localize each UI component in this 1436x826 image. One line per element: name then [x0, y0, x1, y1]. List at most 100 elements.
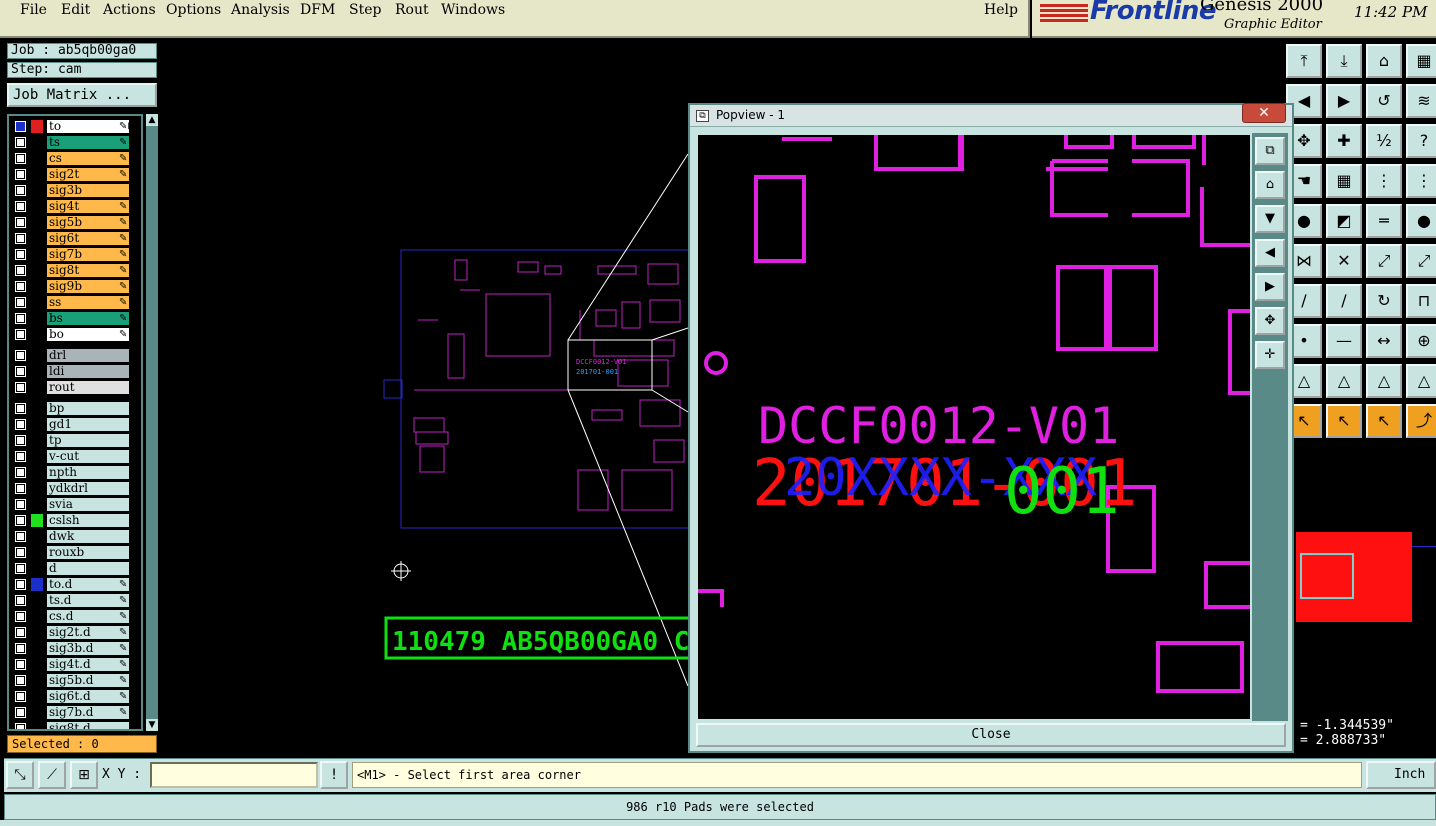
- center-icon[interactable]: ✚: [1326, 124, 1362, 158]
- layer-row[interactable]: sig3b.d ✎: [9, 641, 141, 656]
- layer-row[interactable]: ldi: [9, 364, 141, 379]
- layer-row[interactable]: sig4t.d ✎: [9, 657, 141, 672]
- layer-row[interactable]: cslsh: [9, 513, 141, 528]
- scroll-down-icon[interactable]: ▼: [146, 719, 158, 731]
- layer-row[interactable]: cs ✎: [9, 151, 141, 166]
- layer-checkbox[interactable]: [15, 563, 26, 574]
- layer-name[interactable]: dwk: [47, 530, 129, 543]
- layer-name[interactable]: cslsh: [47, 514, 129, 527]
- layer-name[interactable]: v-cut: [47, 450, 129, 463]
- layer-name[interactable]: sig5b: [47, 216, 129, 229]
- move-right-icon[interactable]: ▶: [1326, 84, 1362, 118]
- layer-checkbox[interactable]: [15, 691, 26, 702]
- pad-icon[interactable]: ●: [1406, 204, 1436, 238]
- layer-name[interactable]: sig2t.d: [47, 626, 129, 639]
- layer-checkbox[interactable]: [15, 419, 26, 430]
- layer-checkbox[interactable]: [15, 659, 26, 670]
- alert-icon[interactable]: !: [320, 761, 348, 789]
- layer-row[interactable]: sig6t.d ✎: [9, 689, 141, 704]
- layer-checkbox[interactable]: [15, 403, 26, 414]
- job-matrix-button[interactable]: Job Matrix ...: [7, 83, 157, 107]
- split-icon[interactable]: ⊓: [1406, 284, 1436, 318]
- layer-row[interactable]: d: [9, 561, 141, 576]
- layer-checkbox[interactable]: [15, 451, 26, 462]
- layer-checkbox[interactable]: [15, 643, 26, 654]
- layer-row[interactable]: sig8t.d: [9, 721, 141, 729]
- open-icon[interactable]: ⤒: [1286, 44, 1322, 78]
- menu-file[interactable]: File: [20, 2, 47, 18]
- layer-name[interactable]: sig4t.d: [47, 658, 129, 671]
- layer-row[interactable]: sig4t ✎: [9, 199, 141, 214]
- menu-rout[interactable]: Rout: [395, 2, 429, 18]
- layer-name[interactable]: sig8t: [47, 264, 129, 277]
- layer-checkbox[interactable]: [15, 153, 26, 164]
- layer-row[interactable]: to.d ✎: [9, 577, 141, 592]
- layer-name[interactable]: d: [47, 562, 129, 575]
- menu-windows[interactable]: Windows: [441, 2, 505, 18]
- layer-row[interactable]: v-cut: [9, 449, 141, 464]
- layer-name[interactable]: sig8t.d: [47, 722, 129, 729]
- layer-checkbox[interactable]: [15, 185, 26, 196]
- graphic-canvas[interactable]: DCCF0012-V01 201701-001 110479 AB5QB00GA…: [160, 40, 690, 758]
- layer-name[interactable]: sig3b: [47, 184, 129, 197]
- layer-checkbox[interactable]: [15, 329, 26, 340]
- layer-row[interactable]: sig5b ✎: [9, 215, 141, 230]
- layer-row[interactable]: sig7b ✎: [9, 247, 141, 262]
- layer-checkbox[interactable]: [15, 531, 26, 542]
- help-icon[interactable]: ?: [1406, 124, 1436, 158]
- layer-checkbox[interactable]: [15, 595, 26, 606]
- layer-checkbox[interactable]: [15, 723, 26, 729]
- layer-row[interactable]: sig2t ✎: [9, 167, 141, 182]
- dash-icon[interactable]: —: [1326, 324, 1362, 358]
- layer-name[interactable]: ss: [47, 296, 129, 309]
- layer-checkbox[interactable]: [15, 499, 26, 510]
- layer-name[interactable]: to: [47, 120, 129, 133]
- menu-edit[interactable]: Edit: [61, 2, 90, 18]
- layer-row[interactable]: ts.d ✎: [9, 593, 141, 608]
- layer-name[interactable]: sig3b.d: [47, 642, 129, 655]
- layer-row[interactable]: cs.d ✎: [9, 609, 141, 624]
- layer-row[interactable]: sig2t.d ✎: [9, 625, 141, 640]
- layer-name[interactable]: rouxb: [47, 546, 129, 559]
- net-alt-icon[interactable]: ⋮: [1406, 164, 1436, 198]
- layer-row[interactable]: ss ✎: [9, 295, 141, 310]
- arch-icon[interactable]: △: [1366, 364, 1402, 398]
- layer-list[interactable]: to ✎⊞ ts ✎ cs ✎ sig2t ✎ sig3b sig4t ✎ sig5b ✎ sig6t ✎ s…: [7, 114, 143, 731]
- layer-name[interactable]: ts: [47, 136, 129, 149]
- layer-checkbox[interactable]: [15, 627, 26, 638]
- menu-dfm[interactable]: DFM: [300, 2, 335, 18]
- layer-checkbox[interactable]: [15, 483, 26, 494]
- layer-checkbox[interactable]: [15, 366, 26, 377]
- layer-row[interactable]: sig8t ✎: [9, 263, 141, 278]
- layer-checkbox[interactable]: [15, 201, 26, 212]
- layer-row[interactable]: bs ✎: [9, 311, 141, 326]
- layer-row[interactable]: dwk: [9, 529, 141, 544]
- popview-home-icon[interactable]: ⌂: [1255, 171, 1285, 199]
- layer-name[interactable]: cs.d: [47, 610, 129, 623]
- layer-checkbox[interactable]: [15, 217, 26, 228]
- layer-row[interactable]: bp: [9, 401, 141, 416]
- house-icon[interactable]: ⌂: [1366, 44, 1402, 78]
- layer-name[interactable]: cs: [47, 152, 129, 165]
- home-icon[interactable]: ⤓: [1326, 44, 1362, 78]
- rotate-icon[interactable]: ↻: [1366, 284, 1402, 318]
- cross-icon[interactable]: ✕: [1326, 244, 1362, 278]
- layer-checkbox[interactable]: [15, 675, 26, 686]
- layout-icon[interactable]: ▦: [1406, 44, 1436, 78]
- menu-actions[interactable]: Actions: [103, 2, 156, 18]
- net-icon[interactable]: ⋮: [1366, 164, 1402, 198]
- layer-name[interactable]: sig4t: [47, 200, 129, 213]
- menu-options[interactable]: Options: [166, 2, 221, 18]
- popview-zoom-icon[interactable]: ✥: [1255, 307, 1285, 335]
- popview-window[interactable]: ⧉ Popview - 1 ✕ DCCF0012-V01 201701-001 …: [688, 103, 1294, 753]
- layer-checkbox[interactable]: [15, 233, 26, 244]
- layer-row[interactable]: tp: [9, 433, 141, 448]
- layer-checkbox[interactable]: [15, 169, 26, 180]
- layer-checkbox[interactable]: [15, 579, 26, 590]
- layer-name[interactable]: bs: [47, 312, 129, 325]
- layer-row[interactable]: to ✎⊞: [9, 119, 141, 134]
- popview-left-icon[interactable]: ◀: [1255, 239, 1285, 267]
- layer-name[interactable]: svia: [47, 498, 129, 511]
- layer-name[interactable]: tp: [47, 434, 129, 447]
- undo-icon[interactable]: ↺: [1366, 84, 1402, 118]
